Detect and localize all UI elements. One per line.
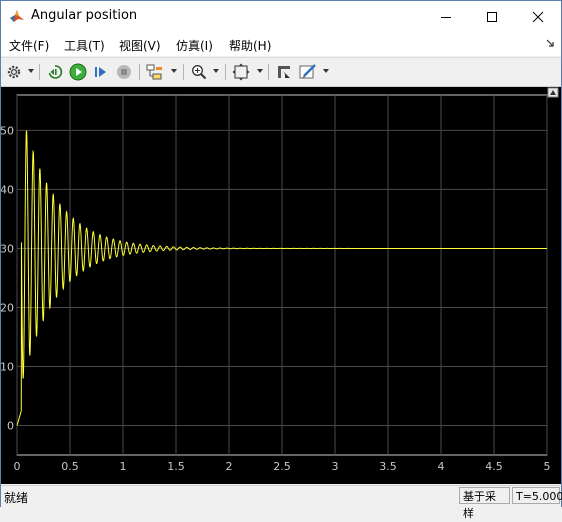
y-tick-label: 0 bbox=[7, 419, 14, 432]
run-icon bbox=[69, 63, 87, 81]
toolbar bbox=[1, 57, 561, 87]
step-back-button[interactable] bbox=[46, 63, 64, 81]
maximize-button[interactable] bbox=[469, 1, 515, 32]
fit-dropdown-icon[interactable] bbox=[257, 69, 263, 73]
x-tick-label: 1 bbox=[120, 460, 127, 473]
x-tick-label: 5 bbox=[544, 460, 551, 473]
toolbar-separator bbox=[39, 64, 40, 80]
settings-button[interactable] bbox=[5, 63, 23, 81]
x-tick-label: 3 bbox=[332, 460, 339, 473]
sample-mode-indicator: 基于采样 bbox=[459, 487, 510, 520]
close-button[interactable] bbox=[515, 1, 561, 32]
y-tick-label: 20 bbox=[1, 301, 14, 314]
zoom-dropdown-icon[interactable] bbox=[213, 69, 219, 73]
stop-button[interactable] bbox=[115, 63, 133, 81]
step-forward-button[interactable] bbox=[92, 63, 110, 81]
x-tick-label: 4.5 bbox=[485, 460, 503, 473]
scope-window: Angular position 文件(F) 工具(T) 视图(V) 仿真(I)… bbox=[0, 0, 562, 520]
status-bar: 就绪 基于采样 T=5.000 bbox=[1, 485, 562, 520]
x-tick-label: 2.5 bbox=[273, 460, 291, 473]
minimize-icon bbox=[441, 16, 451, 18]
toolbar-separator bbox=[183, 64, 184, 80]
stop-icon bbox=[117, 65, 131, 79]
menu-file[interactable]: 文件(F) bbox=[9, 37, 49, 54]
menu-simulation[interactable]: 仿真(I) bbox=[176, 37, 213, 54]
menu-help[interactable]: 帮助(H) bbox=[229, 37, 271, 54]
toolbar-separator bbox=[139, 64, 140, 80]
restore-icon bbox=[278, 66, 290, 78]
menu-bar: 文件(F) 工具(T) 视图(V) 仿真(I) 帮助(H) bbox=[1, 32, 561, 56]
menu-view[interactable]: 视图(V) bbox=[119, 37, 161, 54]
zoom-button[interactable] bbox=[190, 63, 208, 81]
signal-hierarchy-icon bbox=[146, 64, 162, 80]
x-tick-label: 2 bbox=[226, 460, 233, 473]
x-tick-label: 3.5 bbox=[379, 460, 397, 473]
style-button[interactable] bbox=[299, 63, 317, 81]
fit-to-view-button[interactable] bbox=[232, 63, 250, 81]
matlab-logo-icon bbox=[10, 10, 24, 22]
menu-tools[interactable]: 工具(T) bbox=[64, 37, 105, 54]
y-tick-label: 10 bbox=[1, 360, 14, 373]
y-tick-label: 40 bbox=[1, 183, 14, 196]
restore-button[interactable] bbox=[275, 63, 293, 81]
toolbar-separator bbox=[268, 64, 269, 80]
close-icon bbox=[532, 11, 544, 22]
x-tick-label: 4 bbox=[438, 460, 445, 473]
zoom-icon bbox=[192, 65, 207, 80]
y-tick-label: 50 bbox=[1, 124, 14, 137]
x-tick-label: 0.5 bbox=[61, 460, 79, 473]
status-ready-text: 就绪 bbox=[4, 491, 29, 505]
signal-hierarchy-button[interactable] bbox=[146, 63, 164, 81]
fit-to-view-icon bbox=[232, 63, 250, 81]
settings-dropdown-icon[interactable] bbox=[28, 69, 34, 73]
minimize-button[interactable] bbox=[423, 1, 469, 32]
scope-plot[interactable]: 0 0.5 1 1.5 2 2.5 3 3.5 4 4.5 501020304050 bbox=[0, 87, 561, 484]
x-tick-label: 1.5 bbox=[167, 460, 185, 473]
run-button[interactable] bbox=[69, 63, 87, 81]
x-tick-label: 0 bbox=[14, 460, 21, 473]
title-bar[interactable]: Angular position bbox=[1, 1, 561, 32]
maximize-icon bbox=[487, 11, 497, 22]
scope-plot-area: 0 0.5 1 1.5 2 2.5 3 3.5 4 4.5 5 0 10 20 30 40 50 bbox=[0, 87, 561, 484]
signal-dropdown-icon[interactable] bbox=[171, 69, 177, 73]
style-pen-icon bbox=[299, 64, 316, 79]
y-tick-label: 30 bbox=[1, 242, 14, 255]
toolbar-separator bbox=[225, 64, 226, 80]
sim-time-indicator: T=5.000 bbox=[512, 487, 562, 504]
style-dropdown-icon[interactable] bbox=[323, 69, 329, 73]
step-back-icon bbox=[48, 65, 63, 79]
step-forward-icon bbox=[95, 67, 106, 77]
settings-gear-icon bbox=[7, 65, 21, 79]
dock-arrow-icon[interactable] bbox=[545, 38, 555, 48]
window-title: Angular position bbox=[31, 8, 138, 23]
